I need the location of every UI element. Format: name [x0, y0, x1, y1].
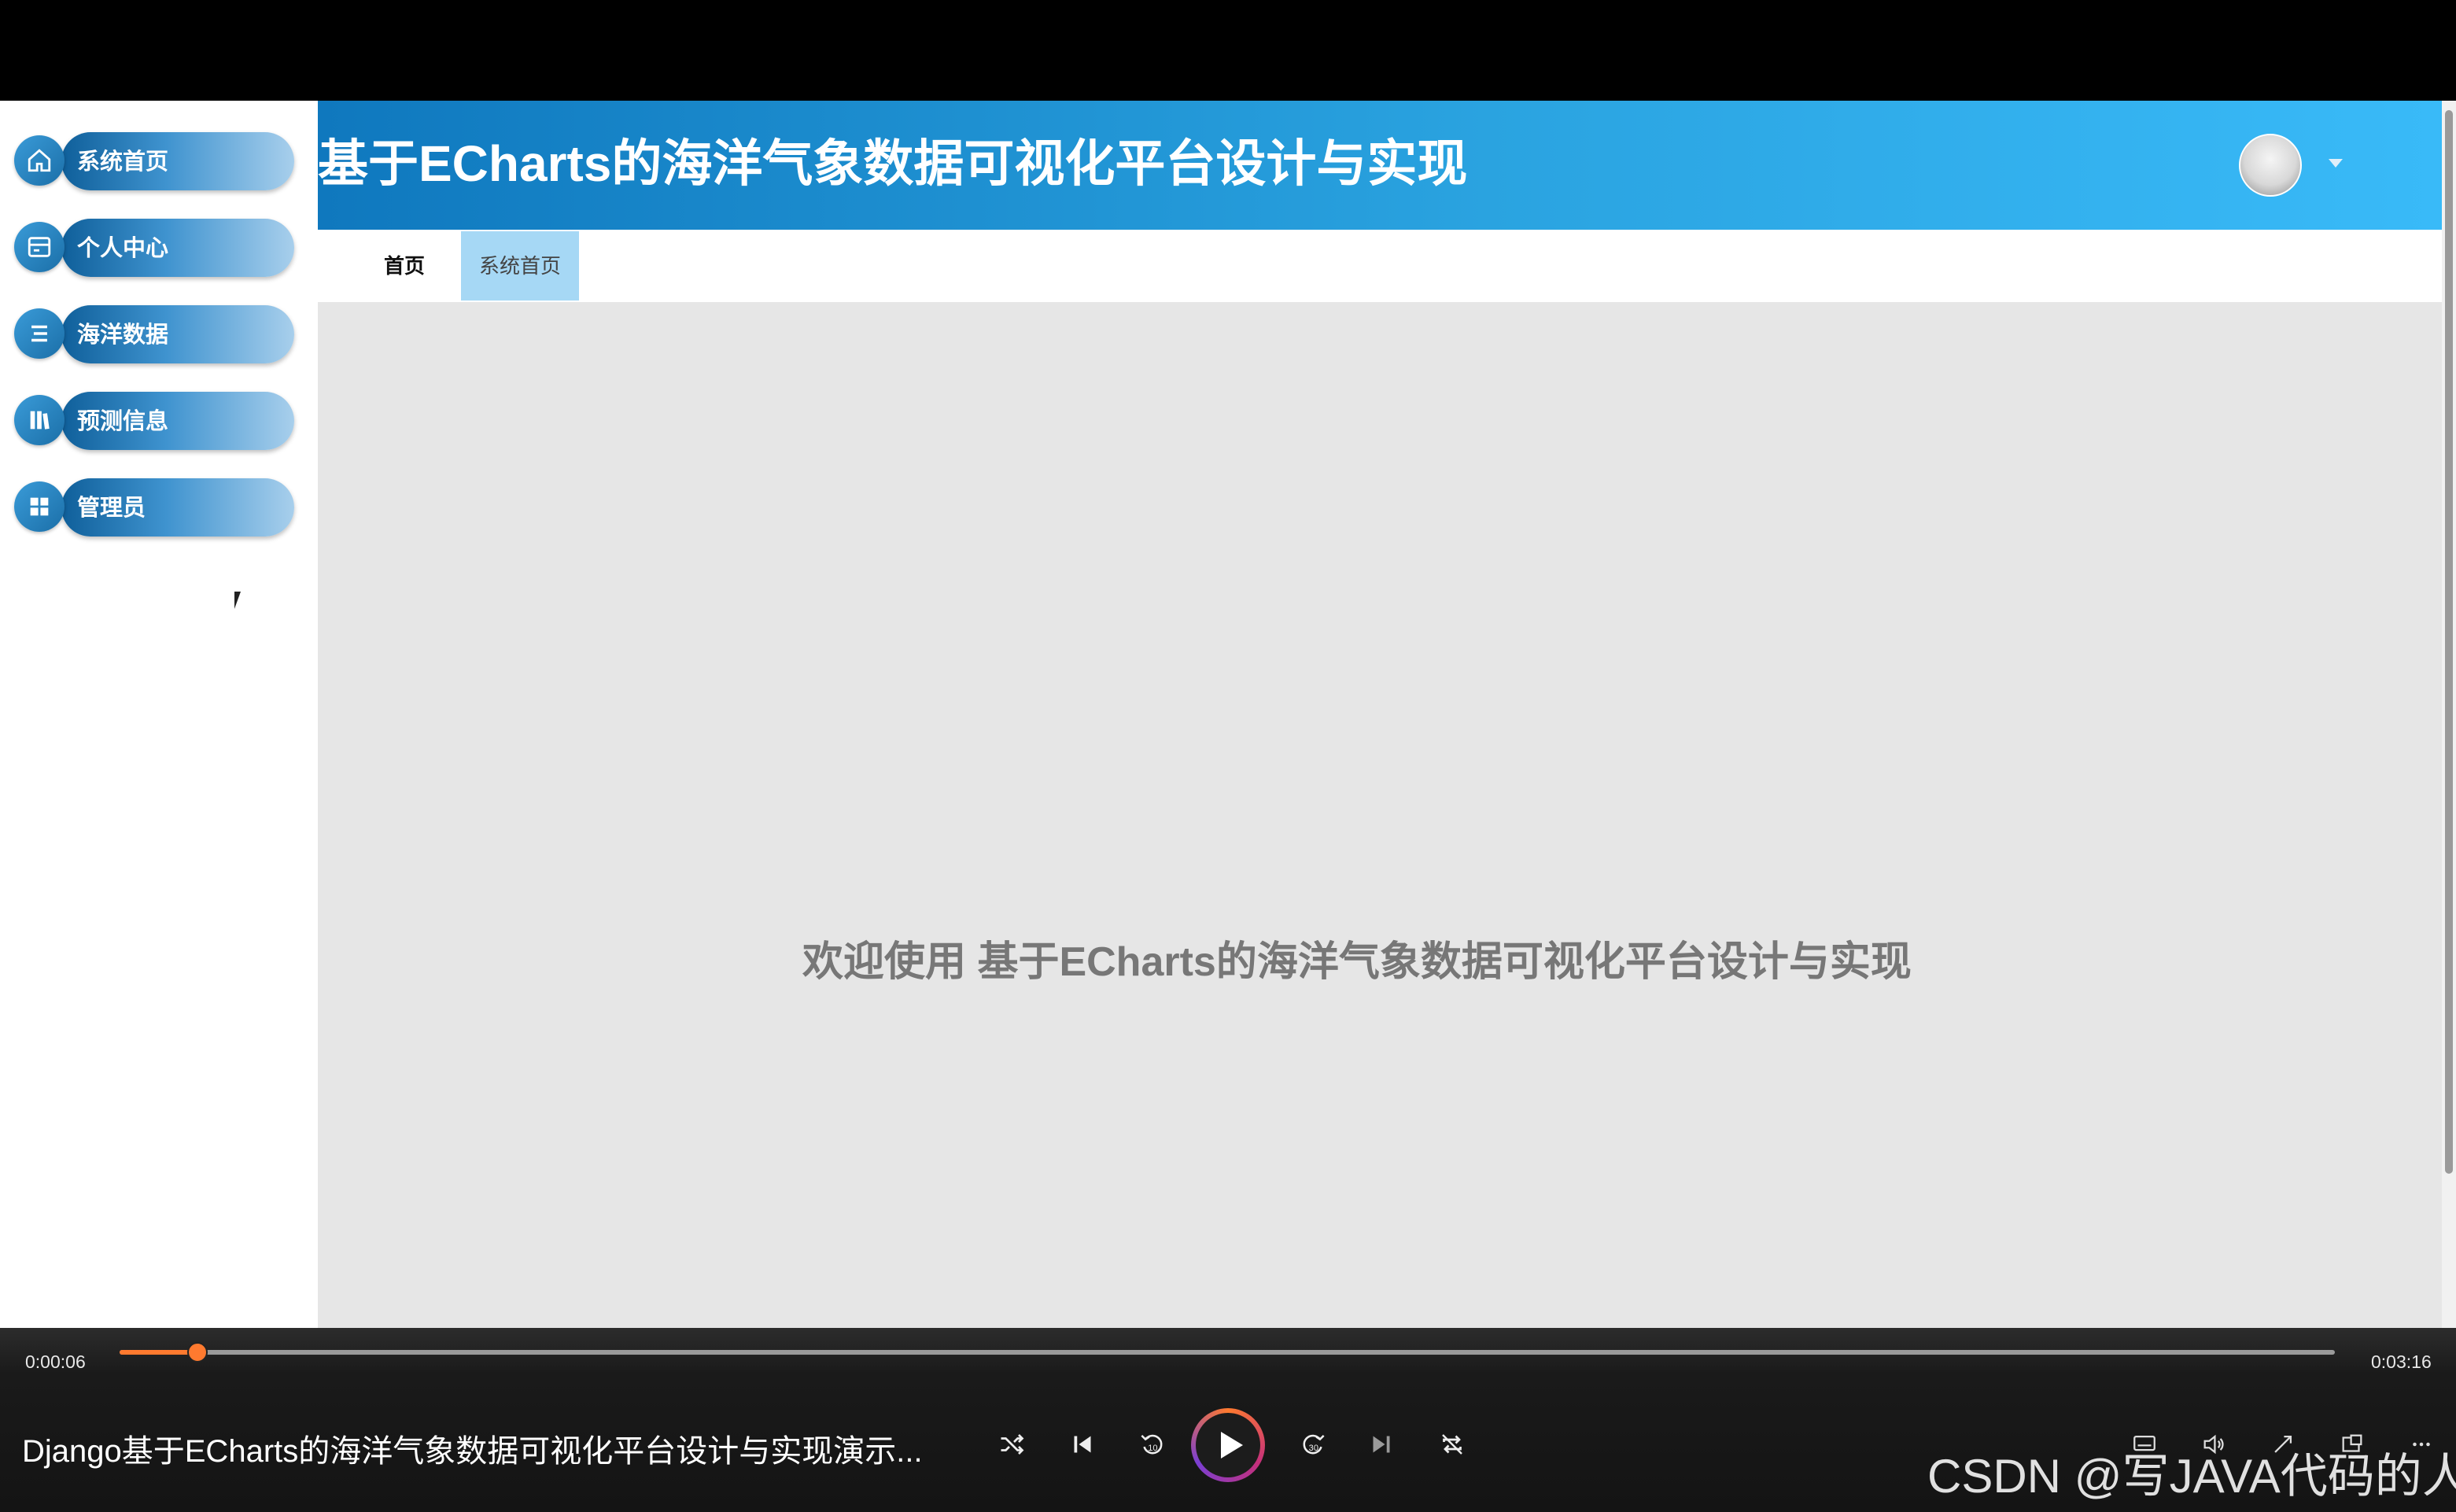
list-icon	[14, 308, 65, 359]
scrollbar-thumb[interactable]	[2445, 110, 2453, 1174]
top-letterbox	[0, 0, 2456, 101]
total-time: 0:03:16	[2371, 1352, 2432, 1372]
play-button[interactable]	[1191, 1408, 1265, 1482]
sidebar-item-forecast[interactable]: 预测信息	[14, 392, 294, 452]
sidebar-item-system-home[interactable]: 系统首页	[14, 132, 294, 192]
sidebar-item-label: 管理员	[77, 496, 146, 521]
tab-bar: 首页 系统首页	[318, 230, 2442, 302]
forward-30-icon[interactable]: 30	[1290, 1421, 1337, 1468]
previous-icon[interactable]	[1059, 1421, 1106, 1468]
progress-bar[interactable]	[120, 1350, 2335, 1355]
sidebar-item-label: 个人中心	[77, 236, 169, 261]
repeat-icon[interactable]	[1429, 1421, 1476, 1468]
profile-card-icon	[14, 222, 65, 272]
app-header: 基于ECharts的海洋气象数据可视化平台设计与实现	[318, 101, 2442, 230]
progress-handle[interactable]	[187, 1342, 208, 1363]
main-content: 欢迎使用 基于ECharts的海洋气象数据可视化平台设计与实现	[318, 302, 2442, 1328]
sidebar: 系统首页 个人中心 海洋数据 预测信息 管理员	[0, 101, 318, 1328]
shuffle-icon[interactable]	[988, 1421, 1035, 1468]
rewind-10-icon[interactable]: 10	[1128, 1421, 1175, 1468]
tab-system-home[interactable]: 系统首页	[461, 231, 579, 301]
library-icon	[14, 395, 65, 445]
tab-home[interactable]: 首页	[357, 231, 452, 301]
sidebar-item-admin[interactable]: 管理员	[14, 478, 294, 538]
video-title: Django基于ECharts的海洋气象数据可视化平台设计与实现演示...	[22, 1434, 923, 1469]
welcome-message: 欢迎使用 基于ECharts的海洋气象数据可视化平台设计与实现	[802, 939, 1912, 985]
next-icon[interactable]	[1358, 1421, 1405, 1468]
play-icon	[1221, 1432, 1243, 1459]
progress-fill	[120, 1350, 197, 1355]
svg-text:10: 10	[1148, 1444, 1157, 1453]
chevron-down-icon[interactable]	[2329, 159, 2343, 168]
grid-icon	[14, 481, 65, 532]
sidebar-item-profile[interactable]: 个人中心	[14, 219, 294, 278]
avatar[interactable]	[2239, 134, 2302, 197]
sidebar-item-label: 预测信息	[77, 409, 169, 434]
sidebar-item-ocean-data[interactable]: 海洋数据	[14, 305, 294, 365]
home-icon	[14, 135, 65, 186]
page-title: 基于ECharts的海洋气象数据可视化平台设计与实现	[318, 135, 1468, 192]
mouse-cursor-icon	[234, 592, 241, 609]
sidebar-item-label: 系统首页	[77, 149, 169, 175]
play-button-inner	[1196, 1413, 1260, 1477]
svg-text:30: 30	[1309, 1444, 1318, 1453]
watermark: CSDN @写JAVA代码的人	[1927, 1450, 2456, 1503]
current-time: 0:00:06	[25, 1352, 86, 1372]
sidebar-item-label: 海洋数据	[77, 323, 169, 348]
